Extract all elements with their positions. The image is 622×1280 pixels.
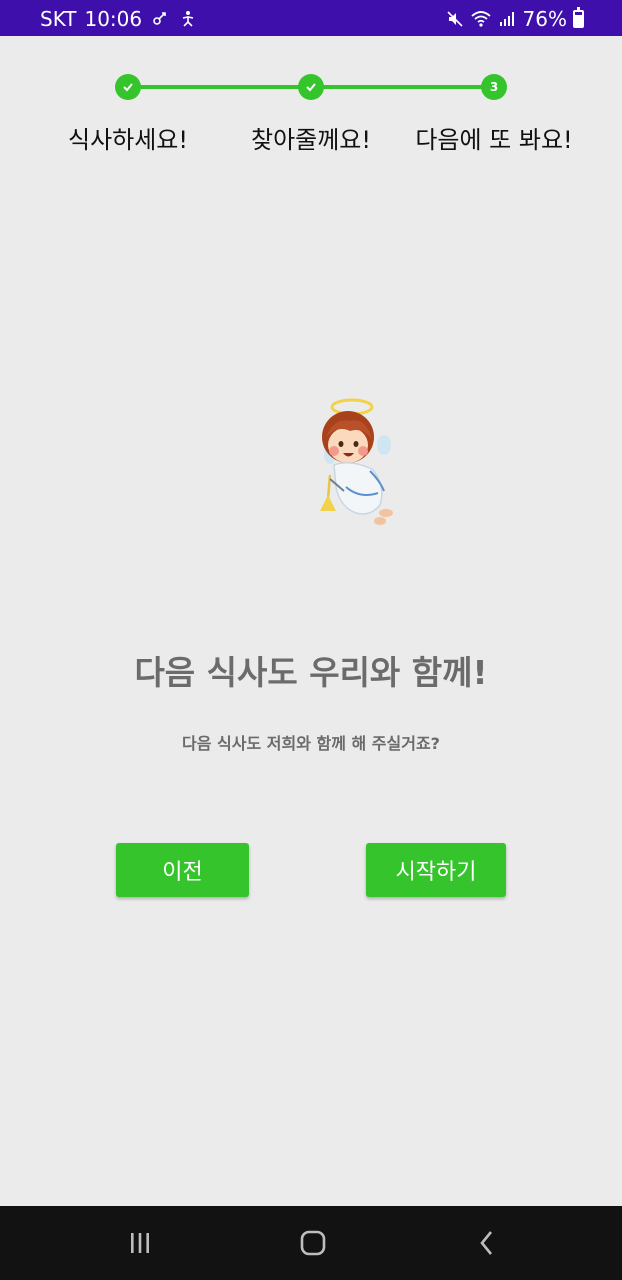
carrier-label: SKT xyxy=(40,7,77,31)
step-1-label: 식사하세요! xyxy=(67,126,189,154)
status-bar: SKT 10:06 76% xyxy=(0,0,622,36)
angel-illustration xyxy=(300,395,400,535)
battery-icon xyxy=(573,7,584,28)
step-connector xyxy=(311,85,494,89)
check-icon xyxy=(123,83,133,92)
accessibility-icon xyxy=(178,9,198,29)
stepper: 3 식사하세요! 찾아줄께요! 다음에 또 봐요! xyxy=(0,70,622,160)
back-icon[interactable] xyxy=(467,1226,507,1260)
system-nav-bar xyxy=(0,1206,622,1280)
mute-icon xyxy=(445,9,465,29)
step-2-indicator xyxy=(298,74,324,100)
step-3-label: 다음에 또 봐요! xyxy=(415,126,573,154)
prev-button[interactable]: 이전 xyxy=(116,843,249,897)
page-title: 다음 식사도 우리와 함께! xyxy=(134,653,488,692)
step-3-number: 3 xyxy=(489,80,499,94)
start-button[interactable]: 시작하기 xyxy=(366,843,506,897)
check-icon xyxy=(306,83,316,92)
home-icon[interactable] xyxy=(293,1226,333,1260)
page-subtitle: 다음 식사도 저희와 함께 해 주실거죠? xyxy=(182,734,440,753)
step-1-indicator xyxy=(115,74,141,100)
step-2-label: 찾아줄께요! xyxy=(250,126,372,154)
battery-percent: 76% xyxy=(522,7,567,31)
step-3-indicator: 3 xyxy=(481,74,507,100)
step-connector xyxy=(128,85,311,89)
recent-apps-icon[interactable] xyxy=(120,1226,160,1260)
status-left: SKT 10:06 xyxy=(40,7,198,31)
signal-icon xyxy=(497,9,517,29)
link-icon xyxy=(150,9,170,29)
clock: 10:06 xyxy=(84,7,143,31)
wifi-icon xyxy=(470,9,491,29)
status-right: 76% xyxy=(445,7,584,31)
